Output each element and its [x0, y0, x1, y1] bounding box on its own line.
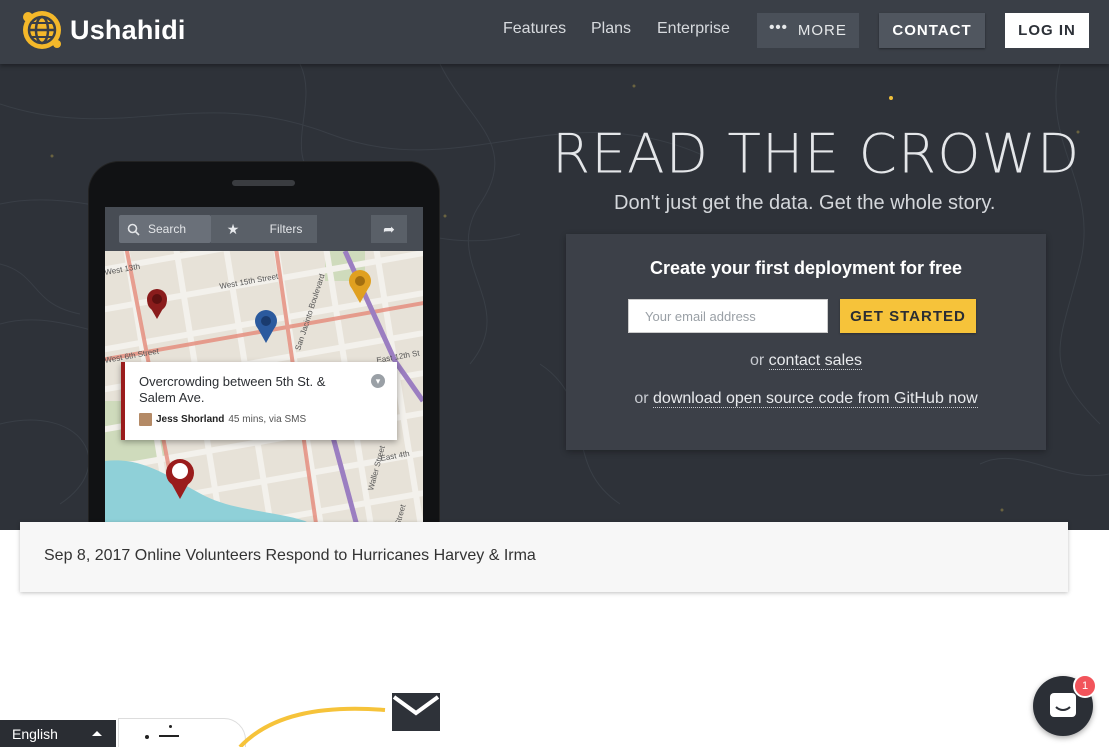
signup-heading: Create your first deployment for free: [649, 258, 963, 278]
decorative-dash: [159, 735, 179, 737]
more-label: MORE: [797, 22, 847, 39]
chat-icon: [1050, 693, 1076, 717]
share-arrow-icon[interactable]: ➦: [371, 215, 407, 243]
logo-text: Ushahidi: [70, 14, 186, 45]
more-dots-icon: •••: [769, 19, 788, 36]
phone-mockup: Search ★ Filters ➦ West 13th West 15th S…: [89, 162, 439, 530]
phone-screen: Search ★ Filters ➦ West 13th West 15th S…: [105, 207, 423, 530]
or-text: or: [634, 390, 649, 407]
chat-notification-badge: 1: [1073, 674, 1097, 698]
app-search-box[interactable]: Search: [119, 215, 211, 243]
contact-button[interactable]: CONTACT: [879, 13, 985, 48]
github-download-link[interactable]: download open source code from GitHub no…: [653, 390, 978, 408]
report-popup[interactable]: Overcrowding between 5th St. & Salem Ave…: [121, 362, 397, 440]
ushahidi-logo[interactable]: Ushahidi: [20, 8, 186, 52]
decorative-curve: [238, 706, 386, 747]
app-filters-button[interactable]: Filters: [255, 215, 317, 243]
popup-author: Jess Shorland: [156, 414, 225, 425]
language-select[interactable]: English: [0, 720, 116, 747]
nav-enterprise[interactable]: Enterprise: [657, 20, 730, 38]
site-header: Ushahidi Features Plans Enterprise ••• M…: [0, 0, 1109, 64]
star-icon[interactable]: ★: [211, 215, 255, 243]
email-input[interactable]: [628, 299, 828, 333]
envelope-icon: [392, 693, 440, 731]
news-text: Sep 8, 2017 Online Volunteers Respond to…: [44, 547, 536, 564]
avatar: [139, 413, 152, 426]
popup-time: 45 mins, via SMS: [228, 414, 307, 425]
or-text: or: [749, 352, 765, 369]
news-banner[interactable]: Sep 8, 2017 Online Volunteers Respond to…: [20, 522, 1068, 592]
github-line: or download open source code from GitHub…: [566, 390, 1046, 408]
language-label: English: [12, 725, 58, 742]
app-toolbar: Search ★ Filters ➦: [105, 207, 423, 251]
signup-panel: Create your first deployment for free GE…: [566, 234, 1046, 450]
popup-title: Overcrowding between 5th St. & Salem Ave…: [139, 374, 326, 405]
nav-features[interactable]: Features: [503, 20, 566, 38]
login-button[interactable]: LOG IN: [1005, 13, 1089, 48]
caret-up-icon: [92, 731, 102, 736]
chevron-down-icon[interactable]: ▾: [371, 374, 385, 388]
hero-title: READ THE CROWD: [552, 122, 1081, 186]
search-icon: [127, 223, 140, 236]
get-started-button[interactable]: GET STARTED: [840, 299, 976, 333]
decorative-dot: [145, 735, 149, 739]
hero-subtitle: Don't just get the data. Get the whole s…: [614, 192, 996, 214]
contact-sales-line: or contact sales: [566, 352, 1046, 370]
hero-section: READ THE CROWD Don't just get the data. …: [0, 64, 1109, 530]
feature-card: [118, 718, 246, 747]
nav-plans[interactable]: Plans: [591, 20, 631, 38]
app-search-label: Search: [148, 222, 187, 236]
contact-sales-link[interactable]: contact sales: [768, 352, 863, 370]
phone-speaker: [232, 180, 295, 186]
globe-logo-icon: [23, 11, 61, 49]
decorative-dot: [169, 725, 172, 728]
popup-meta: Jess Shorland 45 mins, via SMS: [139, 413, 306, 426]
more-button[interactable]: ••• MORE: [757, 13, 859, 48]
